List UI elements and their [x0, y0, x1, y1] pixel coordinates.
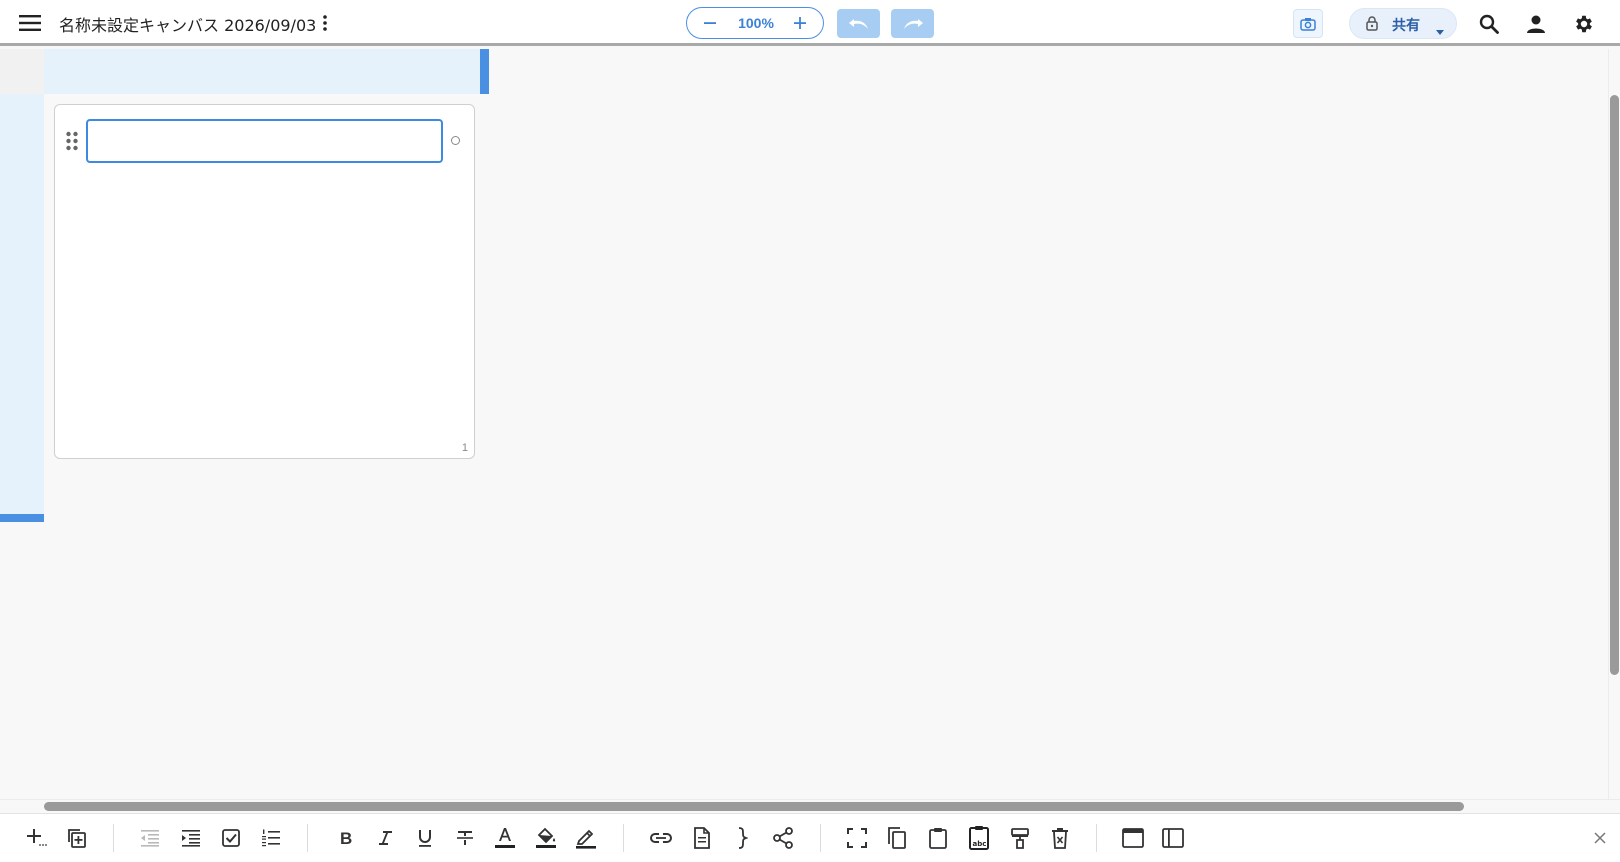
share-label: 共有: [1392, 18, 1420, 34]
toolbar-separator: [307, 824, 308, 852]
card-page-number: 1: [461, 442, 468, 454]
svg-text:abc: abc: [973, 840, 987, 848]
connector-icon[interactable]: [769, 824, 797, 852]
close-icon[interactable]: [1590, 828, 1610, 848]
corner-header: [0, 49, 44, 94]
underline-icon[interactable]: [411, 824, 439, 852]
status-circle-icon[interactable]: [451, 136, 460, 145]
sidebar-icon[interactable]: [1159, 824, 1187, 852]
undo-button[interactable]: [837, 9, 880, 38]
link-icon[interactable]: [647, 824, 675, 852]
highlight-icon[interactable]: [572, 824, 600, 852]
column-header-band[interactable]: [44, 49, 482, 94]
lock-icon: [1366, 16, 1378, 35]
add-icon[interactable]: [23, 824, 51, 852]
dropdown-icon: [1435, 21, 1445, 40]
vertical-scrollbar-thumb[interactable]: [1610, 95, 1619, 675]
text-color-icon[interactable]: [491, 824, 519, 852]
indent-icon[interactable]: [177, 824, 205, 852]
select-frame-icon[interactable]: [843, 824, 871, 852]
menu-icon[interactable]: [16, 11, 44, 35]
account-icon[interactable]: [1522, 10, 1550, 38]
numbered-list-icon[interactable]: [257, 824, 285, 852]
more-vert-icon[interactable]: [317, 12, 333, 34]
brace-icon[interactable]: [728, 824, 756, 852]
drag-handle-icon[interactable]: [65, 131, 79, 151]
canvas[interactable]: 1: [0, 49, 1620, 813]
redo-button[interactable]: [891, 9, 934, 38]
canvas-title[interactable]: 名称未設定キャンバス 2026/09/03: [59, 12, 316, 36]
copy-icon[interactable]: [883, 824, 911, 852]
zoom-control: 100%: [686, 7, 824, 39]
redo-icon: [903, 18, 923, 29]
toolbar-separator: [820, 824, 821, 852]
delete-icon[interactable]: [1046, 824, 1074, 852]
paste-icon[interactable]: [924, 824, 952, 852]
card-text-input[interactable]: [86, 119, 443, 163]
search-icon[interactable]: [1475, 10, 1503, 38]
zoom-in-icon[interactable]: [785, 8, 815, 38]
horizontal-scrollbar-thumb[interactable]: [44, 802, 1464, 811]
row-resize-handle[interactable]: [0, 514, 44, 522]
text-card[interactable]: 1: [54, 104, 475, 459]
snapshot-button[interactable]: [1293, 9, 1323, 38]
toolbar-separator: [623, 824, 624, 852]
zoom-out-icon[interactable]: [695, 8, 725, 38]
zoom-level[interactable]: 100%: [727, 15, 785, 31]
outdent-icon[interactable]: [136, 824, 164, 852]
bold-icon[interactable]: B: [331, 824, 359, 852]
share-button[interactable]: 共有: [1349, 8, 1457, 39]
fill-color-icon[interactable]: [532, 824, 560, 852]
column-resize-handle[interactable]: [480, 49, 489, 94]
format-painter-icon[interactable]: [1006, 824, 1034, 852]
window-icon[interactable]: [1119, 824, 1147, 852]
toolbar-separator: [1096, 824, 1097, 852]
checkbox-icon[interactable]: [217, 824, 245, 852]
italic-icon[interactable]: [371, 824, 399, 852]
top-bar: 名称未設定キャンバス 2026/09/03 100% 共有: [0, 0, 1620, 46]
svg-text:B: B: [340, 829, 352, 847]
row-header-band[interactable]: [0, 94, 44, 514]
settings-icon[interactable]: [1569, 9, 1599, 39]
bottom-toolbar: B abc: [0, 813, 1620, 862]
strikethrough-icon[interactable]: [451, 824, 479, 852]
undo-icon: [848, 18, 868, 29]
duplicate-icon[interactable]: [63, 824, 91, 852]
paste-text-icon[interactable]: abc: [965, 824, 993, 852]
document-icon[interactable]: [688, 824, 716, 852]
toolbar-separator: [113, 824, 114, 852]
camera-icon: [1300, 17, 1316, 31]
